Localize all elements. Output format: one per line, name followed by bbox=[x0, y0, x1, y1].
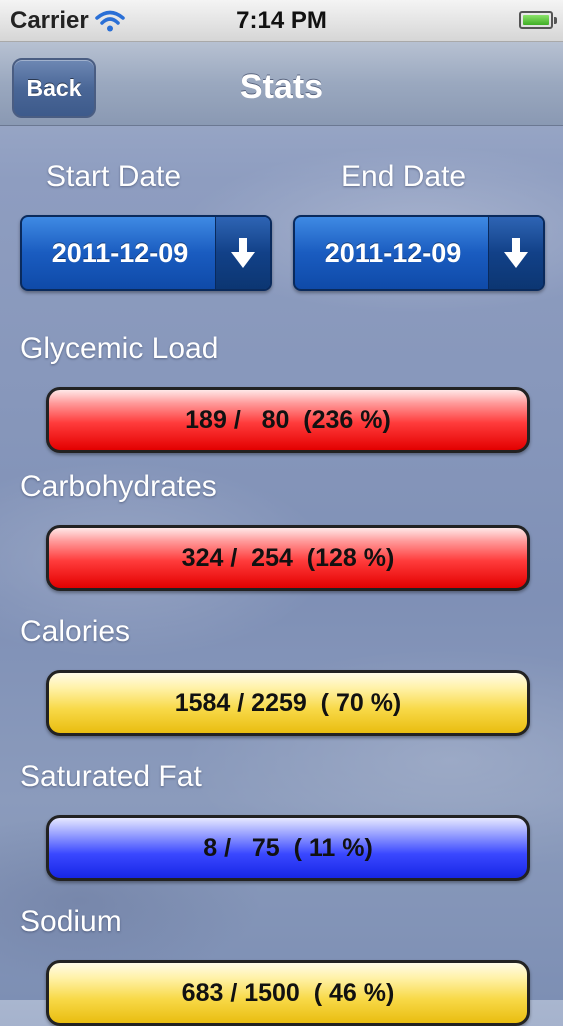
stat-label-glycemic-load: Glycemic Load bbox=[20, 332, 219, 365]
stat-label-carbohydrates: Carbohydrates bbox=[20, 470, 217, 503]
battery-icon bbox=[519, 11, 557, 29]
start-date-value: 2011-12-09 bbox=[51, 238, 189, 268]
start-date-label: Start Date bbox=[46, 160, 182, 193]
stat-bar-calories: 1584 / 2259 ( 70 %) bbox=[46, 670, 530, 736]
status-bar: Carrier 7:14 PM bbox=[0, 0, 563, 42]
navigation-bar: Back Stats bbox=[0, 42, 563, 126]
battery-level bbox=[523, 15, 549, 25]
stat-label-saturated-fat: Saturated Fat bbox=[20, 760, 202, 793]
down-arrow-icon bbox=[231, 238, 255, 268]
page-title: Stats bbox=[239, 68, 324, 106]
stat-bar-saturated-fat: 8 / 75 ( 11 %) bbox=[46, 815, 530, 881]
stat-bar-sodium: 683 / 1500 ( 46 %) bbox=[46, 960, 530, 1026]
status-time: 7:14 PM bbox=[236, 7, 327, 34]
end-date-picker[interactable]: 2011-12-09 bbox=[293, 215, 545, 291]
start-date-picker[interactable]: 2011-12-09 bbox=[20, 215, 272, 291]
stat-label-sodium: Sodium bbox=[20, 905, 122, 938]
end-date-value: 2011-12-09 bbox=[324, 238, 462, 268]
end-date-label: End Date bbox=[341, 160, 467, 193]
down-arrow-icon bbox=[504, 238, 528, 268]
stat-bar-carbohydrates: 324 / 254 (128 %) bbox=[46, 525, 530, 591]
end-date-dropdown[interactable] bbox=[488, 217, 543, 289]
stat-label-calories: Calories bbox=[20, 615, 131, 648]
stat-bar-glycemic-load: 189 / 80 (236 %) bbox=[46, 387, 530, 453]
start-date-dropdown[interactable] bbox=[215, 217, 270, 289]
